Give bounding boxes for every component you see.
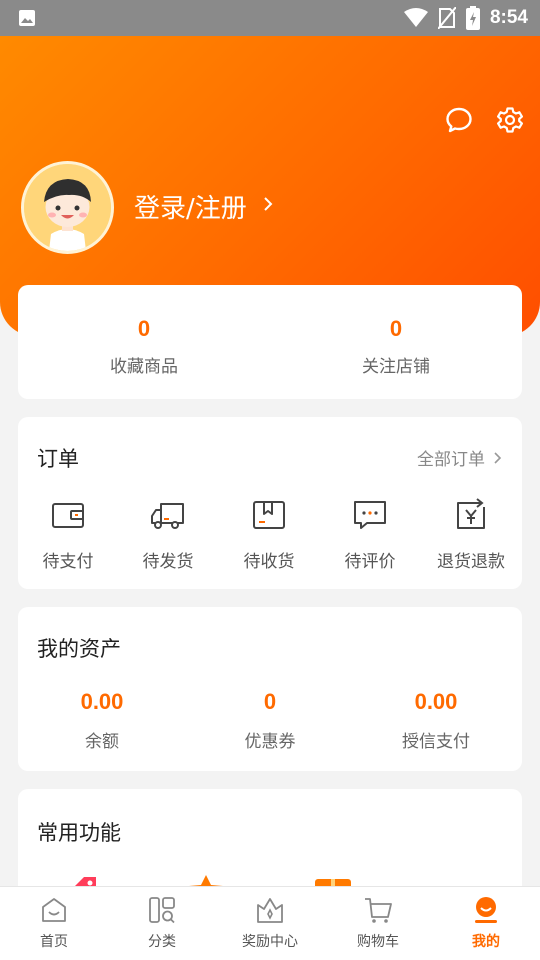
order-pending-payment[interactable]: 待支付 (18, 497, 118, 572)
tab-label: 奖励中心 (242, 934, 298, 950)
tab-reward-center[interactable]: 奖励中心 (216, 895, 324, 951)
order-item-label: 待发货 (142, 552, 194, 572)
tab-label: 购物车 (357, 934, 399, 950)
tab-category[interactable]: 分类 (108, 895, 216, 951)
tab-mine[interactable]: 我的 (432, 895, 540, 951)
balance-value: 0.00 (80, 689, 124, 714)
all-orders-link[interactable]: 全部订单 (417, 445, 502, 470)
order-item-label: 待收货 (243, 552, 295, 572)
assets-title: 我的资产 (37, 637, 121, 661)
wifi-icon (403, 8, 428, 27)
order-item-label: 待支付 (42, 552, 94, 572)
message-icon[interactable] (445, 106, 473, 134)
cart-icon (365, 898, 392, 923)
clock: 8:54 (489, 7, 528, 28)
assets-card: 我的资产 0.00 余额 0 优惠券 0.00 授信支付 (18, 607, 522, 771)
wallet-icon (52, 503, 84, 528)
balance-label: 余额 (85, 732, 119, 752)
balance[interactable]: 0.00 余额 (12, 689, 192, 752)
order-pending-receipt[interactable]: 待收货 (219, 497, 319, 572)
all-orders-label: 全部订单 (417, 450, 485, 470)
refund-icon (457, 498, 485, 529)
reward-icon (257, 898, 283, 923)
credit-payment-value: 0.00 (414, 689, 458, 714)
coupons-label: 优惠券 (244, 732, 296, 752)
favorite-products-label: 收藏商品 (110, 357, 178, 377)
avatar[interactable] (21, 161, 114, 254)
tab-cart[interactable]: 购物车 (324, 895, 432, 951)
coupons-value: 0 (263, 689, 277, 714)
tab-label: 首页 (40, 934, 68, 950)
favorite-products-count: 0 (137, 316, 151, 341)
order-refund[interactable]: 退货退款 (421, 497, 521, 572)
battery-charging-icon (465, 6, 480, 30)
tab-label: 我的 (472, 934, 500, 950)
coupons[interactable]: 0 优惠券 (180, 689, 360, 752)
tab-label: 分类 (148, 934, 176, 950)
followed-stores[interactable]: 0 关注店铺 (306, 316, 486, 377)
orders-title: 订单 (37, 447, 79, 471)
tab-home[interactable]: 首页 (0, 895, 108, 951)
profile-icon (475, 897, 497, 923)
followed-stores-label: 关注店铺 (362, 357, 430, 377)
followed-stores-count: 0 (389, 316, 403, 341)
comment-icon (354, 501, 386, 529)
common-functions-title: 常用功能 (37, 821, 121, 845)
status-bar: 8:54 (0, 0, 540, 36)
user-avatar-image (24, 164, 111, 251)
favorite-products[interactable]: 0 收藏商品 (54, 316, 234, 377)
settings-icon[interactable] (496, 106, 524, 134)
credit-payment-label: 授信支付 (402, 732, 470, 752)
orders-card: 订单 全部订单 待支付 待发货 待收货 待评价 退货退款 (18, 417, 522, 589)
home-icon (42, 898, 66, 922)
gallery-notification-icon (19, 10, 35, 26)
category-icon (149, 897, 175, 924)
box-icon (253, 501, 285, 529)
order-pending-shipment[interactable]: 待发货 (118, 497, 218, 572)
order-item-label: 待评价 (344, 552, 396, 572)
bottom-tab-bar: 首页 分类 奖励中心 购物车 我的 (0, 886, 540, 960)
favorites-card: 0 收藏商品 0 关注店铺 (18, 285, 522, 399)
credit-payment[interactable]: 0.00 授信支付 (346, 689, 526, 752)
login-register-link[interactable]: 登录/注册 (134, 188, 247, 225)
no-sim-icon (437, 7, 456, 29)
order-item-label: 退货退款 (437, 552, 505, 572)
truck-icon (151, 503, 184, 529)
order-pending-review[interactable]: 待评价 (320, 497, 420, 572)
chevron-right-icon (494, 451, 502, 464)
chevron-right-icon[interactable] (262, 195, 274, 213)
